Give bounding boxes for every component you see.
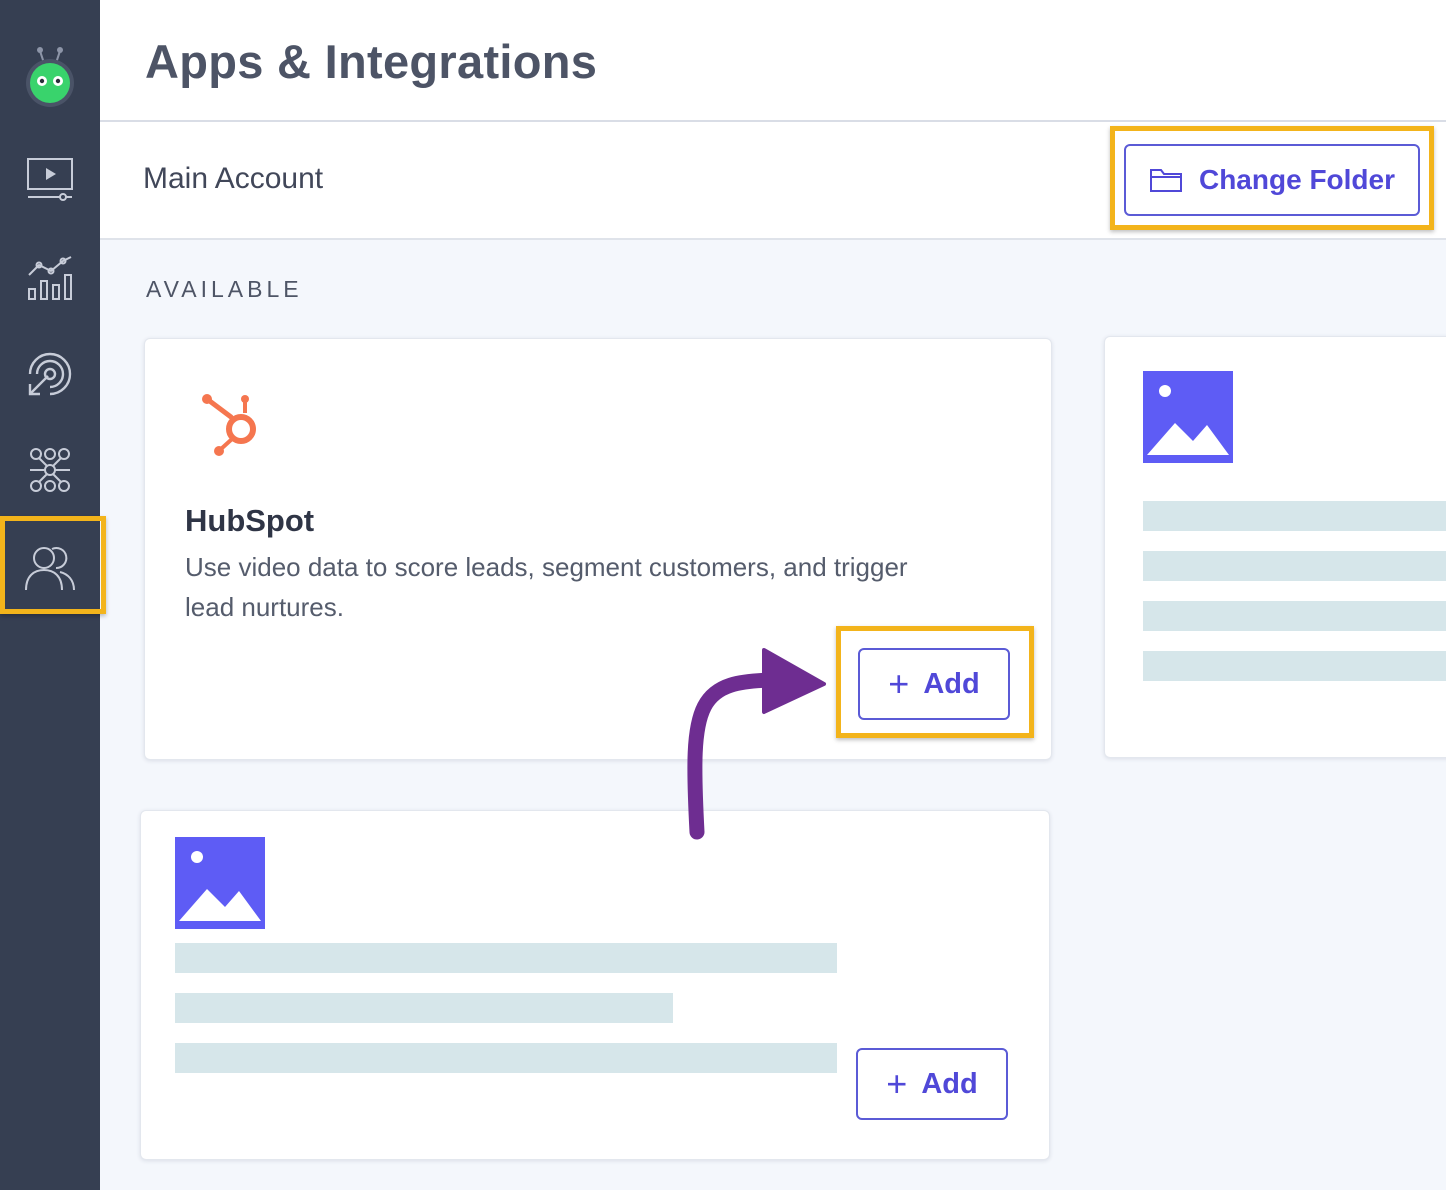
skeleton-line — [1143, 551, 1446, 581]
nav-contacts[interactable] — [0, 528, 100, 608]
image-placeholder-icon — [175, 837, 265, 934]
target-icon — [24, 348, 76, 400]
nav-targeting[interactable] — [0, 334, 100, 414]
page-header: Apps & Integrations — [100, 0, 1446, 122]
network-nodes-icon — [25, 445, 75, 495]
skeleton-line — [1143, 601, 1446, 631]
change-folder-button[interactable]: Change Folder — [1124, 144, 1420, 216]
app-logo[interactable] — [0, 34, 100, 114]
hubspot-add-button[interactable]: + Add — [858, 648, 1010, 720]
image-placeholder-icon — [1143, 371, 1233, 468]
plus-icon: + — [886, 1063, 908, 1104]
placeholder-card-right — [1104, 336, 1446, 758]
skeleton-line — [175, 943, 837, 973]
change-folder-label: Change Folder — [1198, 164, 1395, 195]
plus-icon: + — [888, 663, 910, 704]
nav-analytics[interactable] — [0, 238, 100, 318]
skeleton-line — [1143, 651, 1446, 681]
nav-videos[interactable] — [0, 140, 100, 220]
people-icon — [24, 542, 76, 594]
sidebar — [0, 0, 100, 1190]
hubspot-description: Use video data to score leads, segment c… — [185, 552, 908, 622]
robot-logo-icon — [22, 41, 78, 107]
analytics-chart-icon — [25, 253, 75, 303]
video-library-icon — [25, 155, 75, 205]
skeleton-line — [175, 1043, 837, 1073]
section-label: AVAILABLE — [146, 276, 303, 302]
placeholder-add-button[interactable]: + Add — [856, 1048, 1008, 1120]
hubspot-title: HubSpot — [185, 503, 315, 538]
skeleton-line — [175, 993, 673, 1023]
folder-icon — [1149, 167, 1183, 193]
nav-network[interactable] — [0, 430, 100, 510]
hubspot-icon — [199, 393, 265, 464]
account-name: Main Account — [143, 162, 324, 195]
add-label: Add — [921, 1067, 978, 1100]
skeleton-line — [1143, 501, 1446, 531]
add-label: Add — [923, 667, 980, 700]
page-title: Apps & Integrations — [145, 35, 598, 88]
